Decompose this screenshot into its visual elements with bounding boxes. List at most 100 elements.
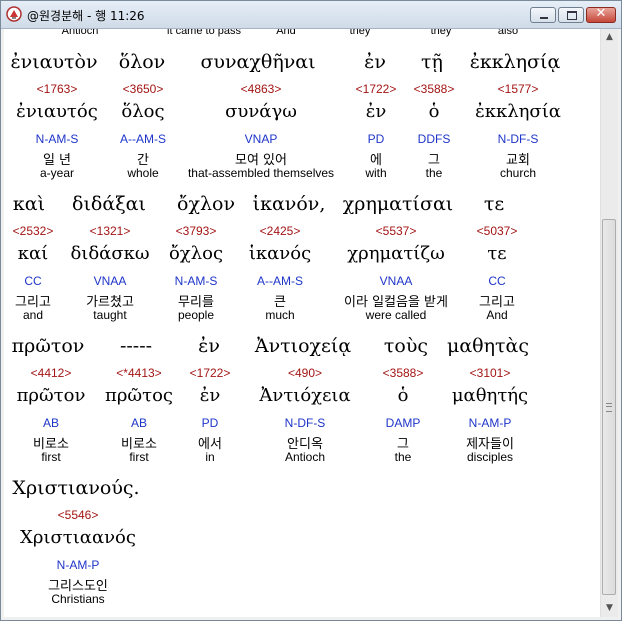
word-analysis[interactable]: <1321> διδάσκω VNAA 가르쳤고 taught [70,224,149,323]
parsing-code: N-AM-P [468,416,512,430]
lemma: πρῶτον [16,385,86,406]
word-analysis[interactable]: <1763> ἐνιαυτός N-AM-S 일 년 a-year [16,82,98,181]
word-analysis[interactable]: <1722> ἐν PD 에서 in [190,366,231,465]
greek-word[interactable]: ἱκανόν, [253,193,326,215]
word-analysis[interactable]: <5037> τε CC 그리고 And [477,224,518,323]
minimize-button[interactable] [530,7,556,23]
parsing-code: N-AM-S [174,274,218,288]
strong-number[interactable]: <1321> [70,224,149,240]
grip-icon [606,403,612,412]
english-gloss: much [265,308,295,322]
lemma: Χριστιαανός [20,527,136,548]
greek-word[interactable]: Χριστιανούς. [12,477,139,499]
strong-number[interactable]: <3650> [120,82,166,98]
word-analysis[interactable]: <*4413> πρῶτος AB 비로소 first [105,366,173,465]
strong-number[interactable]: <4863> [188,82,334,98]
greek-word[interactable]: τῇ [421,51,443,73]
strong-number[interactable]: <3793> [169,224,223,240]
word-analysis[interactable]: <2425> ἱκανός A--AM-S 큰 much [249,224,311,323]
korean-gloss: 그 [428,153,440,168]
strong-number[interactable]: <4412> [17,366,86,382]
strong-number[interactable]: <*4413> [105,366,173,382]
parsing-code: A--AM-S [120,132,166,146]
korean-gloss: 교회 [506,153,530,168]
scroll-down-arrow-icon[interactable]: ▼ [601,600,618,617]
strong-number[interactable]: <2425> [249,224,311,240]
english-gloss: that-assembled themselves [187,166,335,180]
strong-number[interactable]: <1722> [190,366,231,382]
word-analysis[interactable]: <3588> ὁ DDFS 그 the [414,82,455,181]
word-analysis[interactable]: <4863> συνάγω VNAP 모여 있어 that-assembled … [188,82,334,181]
strong-number[interactable]: <1722> [356,82,397,98]
word-analysis[interactable]: <3588> ὁ DAMP 그 the [383,366,424,465]
word-analysis[interactable]: <2532> καί CC 그리고 and [13,224,54,323]
greek-word[interactable]: διδάξαι [72,193,146,215]
parsing-code: CC [488,274,506,288]
parsing-code: AB [130,416,147,430]
word-analysis[interactable]: <1722> ἐν PD 에 with [356,82,397,181]
parsing-code: N-DF-S [284,416,326,430]
strong-number[interactable]: <3101> [452,366,528,382]
greek-word[interactable]: συναχθῆναι [200,51,315,73]
strong-number[interactable]: <3588> [383,366,424,382]
lemma: ὁ [397,385,409,406]
word-analysis[interactable]: <490> Ἀντιόχεια N-DF-S 안디옥 Antioch [259,366,350,465]
korean-gloss: 에서 [198,437,222,452]
strong-number[interactable]: <3588> [414,82,455,98]
greek-word[interactable]: καὶ [13,193,45,215]
english-gloss: disciples [466,450,514,464]
greek-word[interactable]: μαθητὰς [447,335,529,357]
parsing-code: CC [24,274,42,288]
strong-number[interactable]: <2532> [13,224,54,240]
greek-word[interactable]: χρηματίσαι [343,193,453,215]
greek-word[interactable]: ἐν [198,335,220,357]
lemma: ὅλος [121,101,165,122]
parsing-code: PD [367,132,385,146]
scrollbar-thumb[interactable] [602,219,616,595]
english-gloss: first [41,450,61,464]
greek-word[interactable]: ἐκκλησίᾳ [470,51,561,73]
greek-word[interactable]: ὅλον [119,51,165,73]
app-icon [6,6,22,22]
lemma: τε [487,243,507,264]
korean-gloss: 그리고 [479,295,515,310]
greek-word[interactable]: τοὺς [384,335,428,357]
title-bar[interactable]: @원경분해 - 행 11:26 ✕ [1,1,621,29]
strong-number[interactable]: <5037> [477,224,518,240]
lemma: καί [17,243,49,264]
word-analysis[interactable]: <1577> ἐκκλησία N-DF-S 교회 church [475,82,561,181]
strong-number[interactable]: <1763> [16,82,98,98]
word-analysis[interactable]: <3101> μαθητής N-AM-P 제자들이 disciples [452,366,528,465]
greek-word[interactable]: τε [484,193,504,215]
greek-word[interactable]: ἐνιαυτὸν [10,51,97,73]
scroll-up-arrow-icon[interactable]: ▲ [601,29,618,46]
word-analysis[interactable]: <3793> ὄχλος N-AM-S 무리를 people [169,224,223,323]
korean-gloss: 에 [370,153,382,168]
korean-gloss: 그리스도인 [48,579,108,594]
greek-word[interactable]: ἐν [364,51,386,73]
greek-word[interactable]: Ἀντιοχείᾳ [255,335,351,357]
word-analysis[interactable]: <4412> πρῶτον AB 비로소 first [17,366,86,465]
greek-word[interactable]: ----- [120,335,152,357]
strong-number[interactable]: <490> [259,366,350,382]
strong-number[interactable]: <5546> [20,508,136,524]
app-window: @원경분해 - 행 11:26 ✕ Antioch it came to pas… [0,0,622,621]
parsing-code: N-AM-S [35,132,79,146]
greek-word[interactable]: ὄχλον [177,193,235,215]
korean-gloss: 제자들이 [466,437,514,452]
lemma: διδάσκω [70,243,150,264]
korean-gloss: 비로소 [121,437,157,452]
lemma: ἱκανός [248,243,312,264]
english-gloss: whole [127,166,159,180]
word-analysis[interactable]: <5537> χρηματίζω VNAA 이라 일컬음을 받게 were ca… [344,224,448,323]
maximize-button[interactable] [558,7,584,23]
strong-number[interactable]: <1577> [475,82,561,98]
parsing-code: N-AM-P [56,558,100,572]
strong-number[interactable]: <5537> [344,224,448,240]
word-analysis[interactable]: <3650> ὅλος A--AM-S 간 whole [120,82,166,181]
close-button[interactable]: ✕ [586,6,616,23]
korean-gloss: 이라 일컬음을 받게 [344,295,448,310]
vertical-scrollbar[interactable]: ▲ ▼ [600,29,618,617]
greek-word[interactable]: πρῶτον [12,335,85,357]
word-analysis[interactable]: <5546> Χριστιαανός N-AM-P 그리스도인 Christia… [20,508,136,607]
